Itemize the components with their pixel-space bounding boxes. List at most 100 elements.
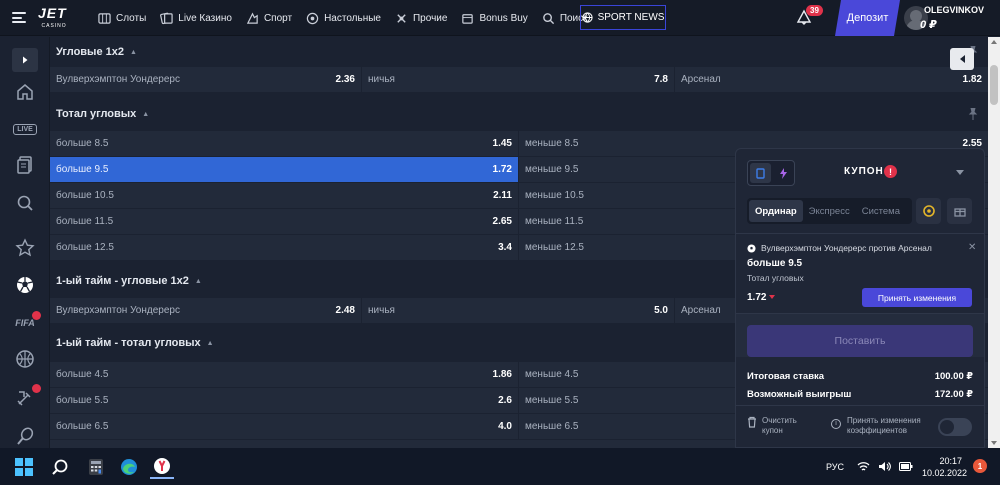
sidebar: LIVE FIFA [0,37,50,448]
outcome-label: меньше 4.5 [525,369,579,380]
coupon-coin-button[interactable] [916,198,941,224]
taskbar-calculator[interactable] [84,455,108,479]
scroll-thumb[interactable] [990,65,998,105]
expand-icon [23,56,28,64]
taskbar-yandex[interactable] [150,455,174,479]
notification-center-badge[interactable]: 1 [973,459,987,473]
odd-cell[interactable]: больше 5.5 2.6 [50,388,519,413]
odd-cell[interactable]: больше 10.5 2.11 [50,183,519,208]
outcome-label: Арсенал [681,305,721,316]
sidebar-item-favorites[interactable] [12,236,38,260]
sidebar-expand-button[interactable] [12,48,38,72]
outcome-label: меньше 10.5 [525,190,584,201]
chevron-down-icon[interactable] [956,170,964,175]
clock-date: 10.02.2022 [922,468,968,478]
nav-slots[interactable]: Слоты [98,0,146,36]
wifi-icon[interactable] [857,461,870,472]
taskbar-edge[interactable] [117,455,141,479]
search-icon [542,12,554,24]
deposit-button[interactable]: Депозит [835,0,900,36]
football-icon [17,277,33,293]
scroll-up-icon[interactable] [991,40,997,44]
odd-value: 2.65 [492,216,512,227]
table-row: Вулверхэмптон Уондерерс 2.36 ничья 7.8 Арс… [50,67,988,93]
place-bet-button[interactable]: Поставить [747,325,973,357]
outcome-label: меньше 6.5 [525,421,579,432]
sidebar-item-bet-slip[interactable] [12,153,38,177]
accept-odds-toggle[interactable] [938,418,972,436]
tab-express[interactable]: Экспресс [803,200,856,222]
nav-live-casino[interactable]: Live Казино [160,0,232,36]
odd-value: 1.45 [492,138,512,149]
odd-cell[interactable]: больше 6.5 4.0 [50,414,519,439]
coupon-mode-quick[interactable] [773,163,794,183]
sidebar-item-basketball[interactable] [12,347,38,371]
volume-icon[interactable] [878,461,891,472]
nav-table-games[interactable]: Настольные [306,0,381,36]
search-icon [52,459,68,475]
start-button[interactable] [12,455,36,479]
tab-single[interactable]: Ординар [749,200,803,222]
nav-bonus-buy[interactable]: Bonus Buy [461,0,528,36]
odd-cell[interactable]: Вулверхэмптон Уондерерс 2.48 [50,298,362,323]
live-icon: LIVE [13,123,37,135]
collapse-caret-icon: ▲ [206,339,214,347]
outcome-label: Арсенал [681,74,721,85]
odd-cell[interactable]: ничья 5.0 [362,298,675,323]
windows-taskbar: РУС 20:17 10.02.2022 [0,448,1000,485]
sidebar-item-search[interactable] [12,191,38,215]
total-stake-value: 100.00 ₽ [934,371,973,382]
logo[interactable]: JET CASINO [38,6,67,33]
coupon-mode-standard[interactable] [750,163,771,183]
sidebar-item-home[interactable] [12,80,38,104]
bet-outcome: больше 9.5 [747,258,803,269]
odd-cell[interactable]: Вулверхэмптон Уондерерс 2.36 [50,67,362,92]
market-header-total-corners[interactable]: Тотал угловых ▲ [50,99,988,129]
accept-odds-changes: i Принять изменения коэффициентов [831,416,921,436]
accept-changes-button[interactable]: Принять изменения [862,288,972,307]
market-header-corners-1x2[interactable]: Угловые 1х2 ▲ [50,37,988,67]
clear-coupon-button[interactable]: Очистить купон [747,416,797,436]
odd-cell[interactable]: ничья 7.8 [362,67,675,92]
odd-cell[interactable]: больше 12.5 3.4 [50,235,519,260]
nav-sport[interactable]: Спорт [246,0,292,36]
coupon-gift-button[interactable] [947,198,972,224]
clock[interactable]: 20:17 10.02.2022 [922,455,968,479]
collapse-panel-button[interactable] [950,48,974,70]
sidebar-item-live[interactable]: LIVE [12,117,38,141]
remove-bet-icon[interactable]: ✕ [968,242,976,253]
main-nav: Слоты Live Казино Спорт Настольные Прочи… [98,0,602,36]
scroll-down-icon[interactable] [991,441,997,445]
nav-label: Слоты [116,12,147,24]
battery-icon[interactable] [899,462,913,471]
football-icon [747,243,756,253]
username[interactable]: OLEGVINKOV [924,5,984,15]
outcome-label: меньше 11.5 [525,216,584,227]
sidebar-item-tennis[interactable] [12,424,38,448]
tab-system[interactable]: Система [856,200,906,222]
calculator-icon [89,459,103,475]
sidebar-item-football[interactable] [12,273,38,297]
nav-label: Bonus Buy [479,12,528,24]
nav-other[interactable]: Прочие [395,0,447,36]
market-title: Тотал угловых [56,108,137,120]
menu-icon[interactable] [12,12,26,23]
yandex-browser-icon [154,458,170,474]
globe-icon [581,12,593,23]
taskbar-search[interactable] [48,455,72,479]
collapse-caret-icon: ▲ [194,277,202,285]
odd-cell[interactable]: больше 11.5 2.65 [50,209,519,234]
pin-icon[interactable] [968,108,978,120]
odd-cell[interactable]: Арсенал 1.82 [675,67,988,92]
odd-value: 1.82 [962,74,982,85]
fifa-icon: FIFA [15,318,35,328]
coupon-mode-toggle[interactable] [747,160,795,186]
page-scrollbar[interactable] [988,37,1000,448]
odd-cell[interactable]: больше 8.5 1.45 [50,131,519,156]
market-title: Угловые 1х2 [56,46,124,58]
sport-news-button[interactable]: SPORT NEWS [580,5,666,30]
odd-cell[interactable]: больше 4.5 1.86 [50,362,519,387]
system-tray [857,448,913,485]
input-language[interactable]: РУС [826,448,844,485]
odd-cell-selected[interactable]: больше 9.5 1.72 [50,157,519,182]
